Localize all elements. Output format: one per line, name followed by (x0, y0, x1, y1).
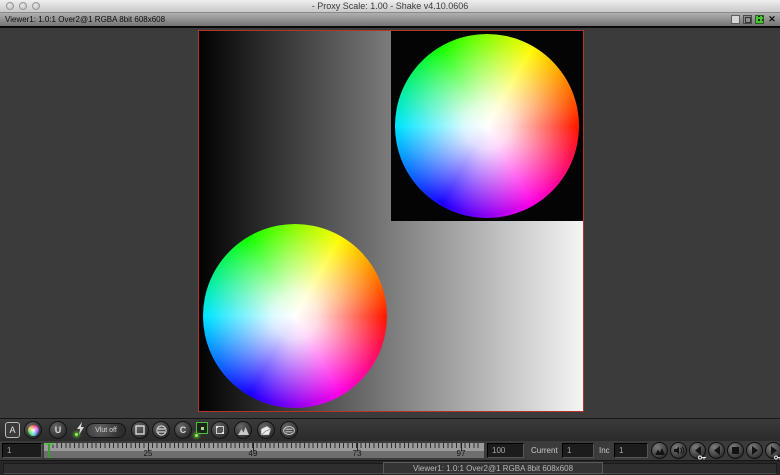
close-viewer-icon[interactable]: ✕ (767, 15, 777, 24)
viewer-viewport (0, 28, 780, 418)
window-title: - Proxy Scale: 1.00 - Shake v4.10.0606 (0, 0, 780, 12)
vlut-toggle-button[interactable]: Vlut off (86, 423, 126, 438)
ruler-tick-label: 97 (451, 449, 471, 458)
stop-button[interactable] (727, 442, 744, 459)
image-canvas[interactable] (198, 30, 584, 412)
update-button[interactable]: U (49, 421, 67, 439)
page-arrow-icon (260, 425, 272, 436)
monitor-lines-icon (283, 426, 295, 435)
start-frame-field[interactable]: 1 (2, 443, 42, 458)
time-bar: 1 25 49 73 97 100 Current 1 Inc 1 (0, 441, 780, 460)
mountains-icon (238, 426, 249, 435)
viewer-tab-bar[interactable]: Viewer1: 1.0:1 Over2@1 RGBA 8bit 608x608… (0, 13, 780, 28)
inc-field[interactable]: 1 (614, 443, 648, 458)
roi-toggle-button[interactable] (196, 422, 208, 434)
rgb-display-button[interactable] (24, 421, 42, 439)
viewer-tab-label: Viewer1: 1.0:1 Over2@1 RGBA 8bit 608x608 (5, 13, 165, 26)
ruler-tick-label: 73 (347, 449, 367, 458)
vlut-led (74, 432, 79, 437)
play-forward-button[interactable] (746, 442, 763, 459)
compare-buffers-button[interactable] (152, 421, 170, 439)
playhead[interactable] (45, 443, 54, 458)
stop-square-icon (732, 447, 739, 454)
viewer-toolbar: A U Vlut off C (0, 418, 780, 441)
play-backward-button[interactable] (708, 442, 725, 459)
compare-icon (156, 425, 167, 436)
current-label: Current (531, 443, 558, 458)
dod-icon (215, 425, 225, 435)
previous-keyframe-button[interactable] (689, 442, 706, 459)
resize-viewer-icon[interactable] (743, 15, 752, 24)
color-wheel-icon (28, 425, 39, 436)
triangle-right-icon (770, 446, 778, 455)
detach-viewer-icon[interactable] (731, 15, 740, 24)
window-titlebar: - Proxy Scale: 1.00 - Shake v4.10.0606 (0, 0, 780, 13)
triangle-left-icon (694, 446, 702, 455)
next-keyframe-button[interactable] (765, 442, 780, 459)
broadcast-monitor-button[interactable] (280, 421, 298, 439)
ruler-tick-label: 25 (138, 449, 158, 458)
color-wheel-bottom-left (203, 224, 387, 408)
end-frame-field[interactable]: 100 (487, 443, 524, 458)
color-wheel-top-right (395, 34, 579, 218)
current-frame-field[interactable]: 1 (562, 443, 594, 458)
inc-label: Inc (599, 443, 610, 458)
roi-dot-icon (201, 427, 204, 430)
ruler-lower-band (44, 451, 484, 458)
render-flipbook-button[interactable] (257, 421, 275, 439)
mountains-icon (655, 447, 665, 455)
ruler-tick-label: 49 (243, 449, 263, 458)
fit-image-button[interactable] (131, 421, 149, 439)
roi-led (194, 433, 199, 438)
thumbnail-icon[interactable] (755, 15, 764, 24)
flipbook-button[interactable] (234, 421, 252, 439)
viewer-status-text: Viewer1: 1.0:1 Over2@1 RGBA 8bit 608x608 (383, 462, 603, 474)
speaker-icon (674, 446, 684, 455)
audio-button[interactable] (670, 442, 687, 459)
dod-button[interactable] (211, 421, 229, 439)
update-mode-button[interactable]: C (174, 421, 192, 439)
triangle-right-icon (751, 446, 759, 455)
timeline-ruler[interactable]: 25 49 73 97 (44, 443, 484, 458)
status-bar: Viewer1: 1.0:1 Over2@1 RGBA 8bit 608x608 (0, 460, 780, 475)
playhead-stem (48, 444, 50, 458)
channel-view-button[interactable]: A (5, 422, 20, 438)
frame-icon (135, 425, 145, 435)
triangle-left-icon (713, 446, 721, 455)
ruler-ticks (48, 443, 480, 448)
flipbook-play-button[interactable] (651, 442, 668, 459)
